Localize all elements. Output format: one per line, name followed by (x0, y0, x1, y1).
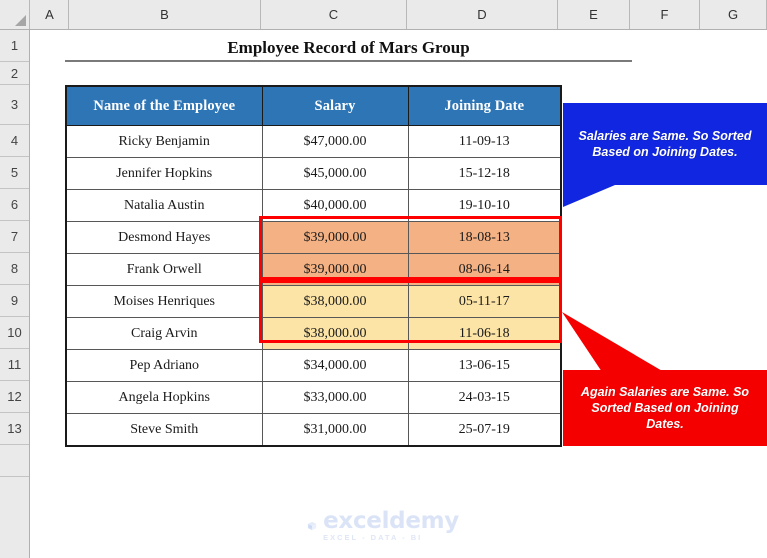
cell-date[interactable]: 24-03-15 (407, 381, 562, 414)
cell-name[interactable]: Jennifer Hopkins (65, 157, 263, 190)
cell-name[interactable]: Steve Smith (65, 413, 263, 447)
exceldemy-cube-icon (307, 521, 317, 531)
row-header-6[interactable]: 6 (0, 189, 29, 221)
cell-name[interactable]: Craig Arvin (65, 317, 263, 350)
row-header-12[interactable]: 12 (0, 381, 29, 413)
select-all-corner-icon[interactable] (0, 0, 30, 29)
row-header-1[interactable]: 1 (0, 30, 29, 62)
cell-salary[interactable]: $31,000.00 (261, 413, 409, 447)
cell-date[interactable]: 15-12-18 (407, 157, 562, 190)
red-callout-text: Again Salaries are Same. So Sorted Based… (580, 385, 750, 431)
cell-date[interactable]: 11-09-13 (407, 125, 562, 158)
column-header-date[interactable]: Joining Date (407, 85, 562, 126)
cell-name[interactable]: Ricky Benjamin (65, 125, 263, 158)
row-header-10[interactable]: 10 (0, 317, 29, 349)
watermark-name: exceldemy (323, 507, 459, 534)
cell-date[interactable]: 11-06-18 (407, 317, 562, 350)
table-header-row: Name of the Employee Salary Joining Date (65, 85, 562, 126)
spreadsheet-canvas: A B C D E F G 1 2 3 4 5 6 7 8 9 10 11 12… (0, 0, 767, 558)
table-row[interactable]: Moises Henriques $38,000.00 05-11-17 (65, 285, 562, 318)
cell-salary[interactable]: $39,000.00 (261, 221, 409, 254)
row-header-7[interactable]: 7 (0, 221, 29, 253)
row-header-11[interactable]: 11 (0, 349, 29, 381)
table-row[interactable]: Steve Smith $31,000.00 25-07-19 (65, 413, 562, 447)
table-row[interactable]: Desmond Hayes $39,000.00 18-08-13 (65, 221, 562, 254)
row-header-13[interactable]: 13 (0, 413, 29, 445)
cell-date[interactable]: 13-06-15 (407, 349, 562, 382)
column-header-g[interactable]: G (700, 0, 767, 29)
cell-salary[interactable]: $33,000.00 (261, 381, 409, 414)
column-header-salary[interactable]: Salary (261, 85, 409, 126)
cell-salary[interactable]: $38,000.00 (261, 285, 409, 318)
cell-name[interactable]: Natalia Austin (65, 189, 263, 222)
row-header-5[interactable]: 5 (0, 157, 29, 189)
column-header-f[interactable]: F (630, 0, 700, 29)
column-header-d[interactable]: D (407, 0, 558, 29)
table-row[interactable]: Ricky Benjamin $47,000.00 11-09-13 (65, 125, 562, 158)
employee-record-table: Name of the Employee Salary Joining Date… (65, 85, 562, 447)
cell-name[interactable]: Moises Henriques (65, 285, 263, 318)
row-header-8[interactable]: 8 (0, 253, 29, 285)
page-title: Employee Record of Mars Group (65, 33, 632, 62)
table-row[interactable]: Frank Orwell $39,000.00 08-06-14 (65, 253, 562, 286)
cell-salary[interactable]: $39,000.00 (261, 253, 409, 286)
cell-salary[interactable]: $45,000.00 (261, 157, 409, 190)
corner-triangle-icon (15, 15, 26, 26)
red-callout: Again Salaries are Same. So Sorted Based… (563, 370, 767, 446)
blue-callout-tail (563, 185, 615, 207)
table-row[interactable]: Natalia Austin $40,000.00 19-10-10 (65, 189, 562, 222)
column-header-name[interactable]: Name of the Employee (65, 85, 263, 126)
cell-date[interactable]: 05-11-17 (407, 285, 562, 318)
cell-date[interactable]: 08-06-14 (407, 253, 562, 286)
cell-salary[interactable]: $47,000.00 (261, 125, 409, 158)
column-header-b[interactable]: B (69, 0, 261, 29)
column-header-e[interactable]: E (558, 0, 630, 29)
cell-name[interactable]: Frank Orwell (65, 253, 263, 286)
blue-callout: Salaries are Same. So Sorted Based on Jo… (563, 103, 767, 185)
blue-callout-text: Salaries are Same. So Sorted Based on Jo… (578, 129, 752, 159)
column-header-c[interactable]: C (261, 0, 407, 29)
cell-date[interactable]: 18-08-13 (407, 221, 562, 254)
row-header-3[interactable]: 3 (0, 85, 29, 125)
row-header-strip: 1 2 3 4 5 6 7 8 9 10 11 12 13 (0, 30, 30, 558)
table-row[interactable]: Jennifer Hopkins $45,000.00 15-12-18 (65, 157, 562, 190)
column-header-strip: A B C D E F G (0, 0, 767, 30)
cell-salary[interactable]: $34,000.00 (261, 349, 409, 382)
watermark-tagline: EXCEL - DATA - BI (323, 532, 423, 542)
cell-salary[interactable]: $40,000.00 (261, 189, 409, 222)
cell-salary[interactable]: $38,000.00 (261, 317, 409, 350)
cell-date[interactable]: 25-07-19 (407, 413, 562, 447)
table-row[interactable]: Angela Hopkins $33,000.00 24-03-15 (65, 381, 562, 414)
column-header-a[interactable]: A (31, 0, 69, 29)
cell-name[interactable]: Angela Hopkins (65, 381, 263, 414)
row-header-blank[interactable] (0, 445, 29, 477)
row-header-9[interactable]: 9 (0, 285, 29, 317)
row-header-2[interactable]: 2 (0, 62, 29, 85)
cell-name[interactable]: Pep Adriano (65, 349, 263, 382)
row-header-4[interactable]: 4 (0, 125, 29, 157)
table-row[interactable]: Craig Arvin $38,000.00 11-06-18 (65, 317, 562, 350)
table-row[interactable]: Pep Adriano $34,000.00 13-06-15 (65, 349, 562, 382)
exceldemy-watermark: exceldemy EXCEL - DATA - BI (307, 505, 459, 547)
cell-name[interactable]: Desmond Hayes (65, 221, 263, 254)
cell-date[interactable]: 19-10-10 (407, 189, 562, 222)
